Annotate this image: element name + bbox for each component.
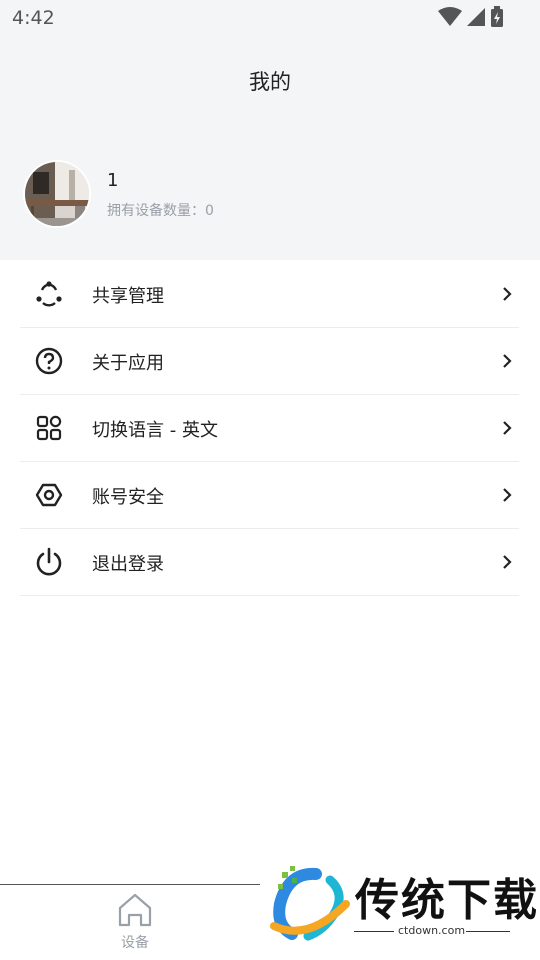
menu-item-account-security[interactable]: 账号安全 <box>20 462 519 529</box>
watermark-url: ctdown.com <box>398 924 466 937</box>
menu-item-switch-language[interactable]: 切换语言 - 英文 <box>20 395 519 462</box>
status-bar: 4:42 <box>0 0 540 36</box>
menu-label-switch-language: 切换语言 - 英文 <box>92 420 218 441</box>
status-icons <box>438 6 504 28</box>
hexagon-security-icon <box>35 483 63 507</box>
share-icon <box>36 281 62 307</box>
watermark-line-right <box>466 931 510 932</box>
phone-number: 1 <box>107 170 120 191</box>
watermark-line-left <box>354 931 394 932</box>
chevron-right-icon <box>503 421 512 435</box>
menu-item-share-management[interactable]: 共享管理 <box>20 261 519 328</box>
chevron-right-icon <box>503 555 512 569</box>
tab-device[interactable]: 设备 <box>105 892 165 954</box>
device-count: 拥有设备数量：0 <box>107 203 214 219</box>
chevron-right-icon <box>503 287 512 301</box>
status-time: 4:42 <box>12 7 55 29</box>
chevron-right-icon <box>503 488 512 502</box>
bottom-nav-divider <box>0 884 260 885</box>
menu-label-share-management: 共享管理 <box>92 286 164 307</box>
header-area <box>0 0 540 260</box>
settings-menu: 共享管理 关于应用 切换语言 - 英文 账号安全 退出登录 <box>20 261 519 596</box>
menu-item-logout[interactable]: 退出登录 <box>20 529 519 596</box>
apps-icon <box>36 415 62 441</box>
avatar[interactable] <box>23 160 91 228</box>
watermark-brand: 传统下载 <box>355 875 539 926</box>
phone-mask <box>120 170 235 192</box>
wifi-icon <box>438 7 462 26</box>
menu-label-account-security: 账号安全 <box>92 487 164 508</box>
menu-label-logout: 退出登录 <box>92 554 164 575</box>
ctdown-logo-icon <box>270 866 350 941</box>
menu-label-about-app: 关于应用 <box>92 353 164 374</box>
watermark-logo: 传统下载 ctdown.com <box>262 860 540 960</box>
page-title: 我的 <box>249 70 291 94</box>
question-icon <box>35 347 63 375</box>
battery-icon <box>491 6 503 27</box>
power-icon <box>36 547 62 576</box>
menu-item-about-app[interactable]: 关于应用 <box>20 328 519 395</box>
chevron-right-icon <box>503 354 512 368</box>
home-icon <box>118 893 152 927</box>
signal-icon <box>467 8 485 26</box>
tab-device-label: 设备 <box>121 935 149 951</box>
